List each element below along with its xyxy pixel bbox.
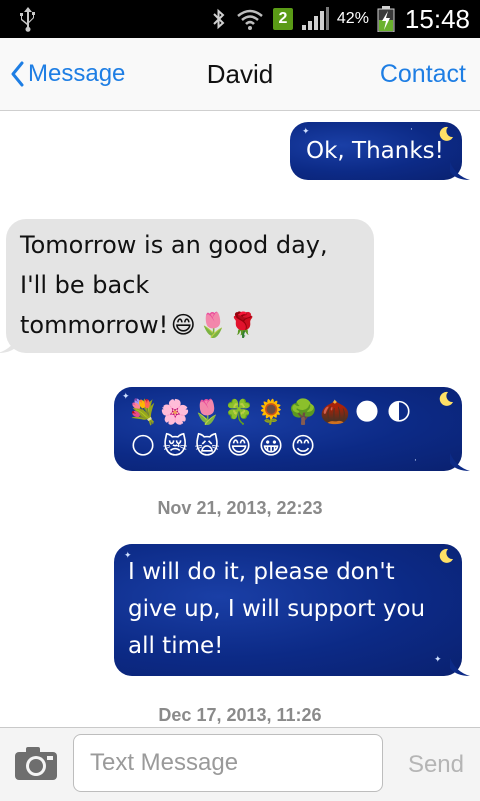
smile-emoji: 😊 <box>290 432 316 460</box>
message-input[interactable] <box>73 734 383 792</box>
bubble-tail <box>450 162 470 180</box>
composer-bar: Send <box>0 727 480 801</box>
timestamp: Dec 17, 2013, 11:26 <box>158 705 322 725</box>
star-decoration-icon: ✦ <box>122 392 130 402</box>
moon-decoration-icon <box>439 391 453 406</box>
rose-emoji: 🌹 <box>228 311 259 339</box>
scared-cat-emoji: 🙀 <box>194 432 220 460</box>
message-line: tommorrow! <box>20 311 169 339</box>
grin-emoji: 😄 <box>226 432 252 460</box>
timestamp: Nov 21, 2013, 22:23 <box>157 498 323 518</box>
notification-badge: 2 <box>272 8 293 30</box>
grin-emoji: 😄 <box>170 311 196 339</box>
back-button[interactable]: Message <box>10 38 125 110</box>
star-decoration-icon: ✦ <box>302 127 310 137</box>
bluetooth-icon <box>213 8 225 30</box>
tree-emoji: 🌳 <box>288 398 318 426</box>
message-line: I'll be back <box>20 271 150 299</box>
message-line: Tomorrow is an good day, <box>20 231 328 259</box>
send-button[interactable]: Send <box>408 728 464 801</box>
bouquet-emoji: 💐 <box>128 398 158 426</box>
message-line: give up, I will support you <box>128 596 426 622</box>
moon-decoration-icon <box>439 548 453 563</box>
back-button-label: Message <box>28 60 126 87</box>
tulip-emoji: 🌷 <box>198 311 229 339</box>
cherry-blossom-emoji: 🌸 <box>160 398 190 426</box>
message-text: Ok, Thanks! <box>306 138 444 164</box>
battery-percent: 42% <box>336 10 369 27</box>
message-line-with-emoji: tommorrow! 😄 🌷 🌹 <box>20 305 360 345</box>
sunflower-emoji: 🌻 <box>256 398 286 426</box>
four-leaf-clover-emoji: 🍀 <box>224 398 254 426</box>
message-bubble-sent[interactable]: Ok, Thanks! ✦ · <box>290 122 470 180</box>
status-bar: 2 42% 15:48 <box>0 0 480 38</box>
grinning-emoji: 😀 <box>258 432 284 460</box>
battery-charging-icon <box>377 6 395 32</box>
chestnut-emoji: 🌰 <box>320 398 350 426</box>
usb-icon <box>20 7 35 32</box>
half-moon-emoji: 🌓 <box>386 398 412 426</box>
emoji-row: 💐 🌸 🌷 🍀 🌻 🌳 🌰 🌑 🌓 <box>128 397 448 427</box>
message-line: I will do it, please don't <box>128 559 395 585</box>
star-decoration-icon: ✦ <box>434 655 442 665</box>
star-decoration-icon: · <box>410 125 413 135</box>
crying-cat-emoji: 😿 <box>162 432 188 460</box>
chevron-left-icon <box>11 61 24 87</box>
message-bubble-received[interactable]: Tomorrow is an good day, I'll be back to… <box>0 219 374 353</box>
message-thread[interactable]: Ok, Thanks! ✦ · Tomorrow is an good day,… <box>0 111 480 727</box>
message-line: all time! <box>128 633 224 659</box>
message-bubble-sent[interactable]: I will do it, please don't give up, I wi… <box>114 544 470 676</box>
emoji-row: 🌕 😿 🙀 😄 😀 😊 <box>128 431 448 461</box>
nav-bar: Message David Contact <box>0 38 480 111</box>
full-moon-emoji: 🌕 <box>130 432 156 460</box>
moon-decoration-icon <box>439 126 453 141</box>
clock: 15:48 <box>404 3 470 34</box>
star-decoration-icon: · <box>414 456 417 466</box>
wifi-icon <box>237 9 263 30</box>
new-moon-emoji: 🌑 <box>354 398 380 426</box>
message-bubble-sent[interactable]: 💐 🌸 🌷 🍀 🌻 🌳 🌰 🌑 🌓 🌕 😿 🙀 😄 😀 😊 ✦ · <box>114 387 470 471</box>
bubble-tail <box>450 658 470 676</box>
signal-icon <box>301 7 329 30</box>
bubble-tail <box>0 335 18 353</box>
tulip-emoji: 🌷 <box>192 398 222 426</box>
bubble-tail <box>450 453 470 471</box>
contact-button[interactable]: Contact <box>380 38 466 110</box>
status-icons: 2 42% 15:48 <box>211 0 470 38</box>
star-decoration-icon: ✦ <box>124 551 132 561</box>
camera-icon[interactable] <box>14 746 58 782</box>
